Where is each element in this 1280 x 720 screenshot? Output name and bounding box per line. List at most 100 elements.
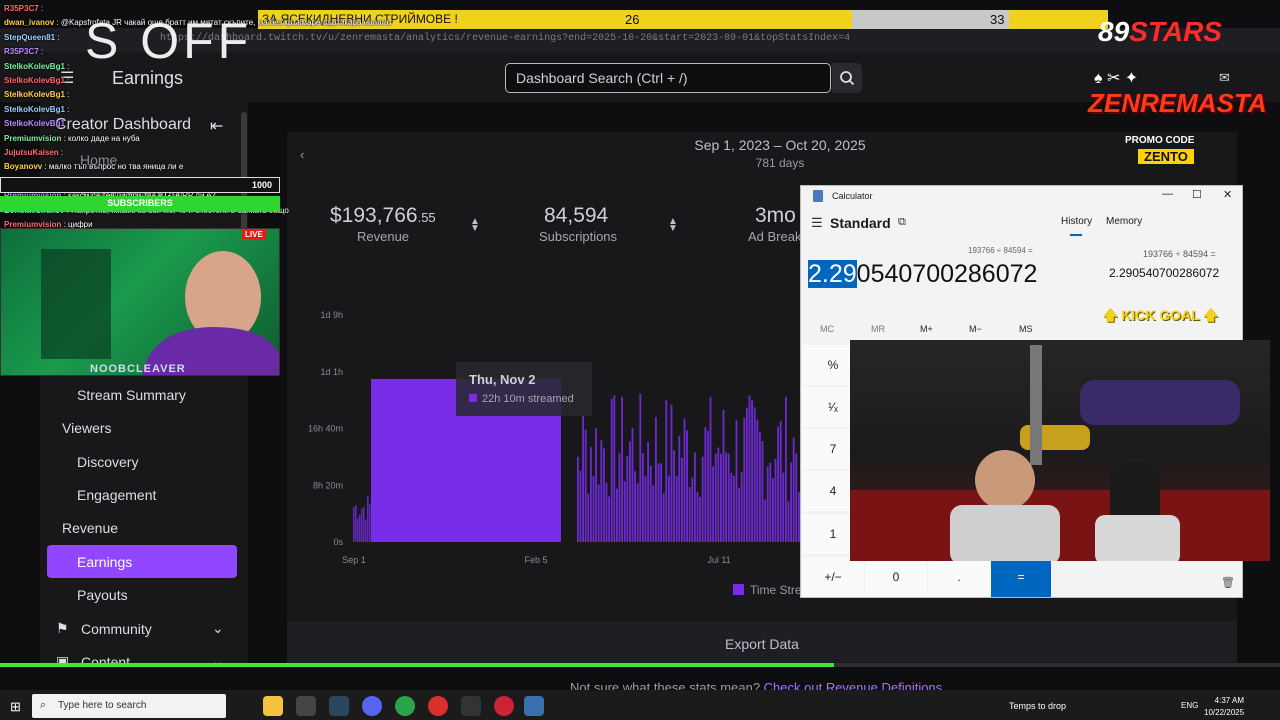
chart-bar[interactable] (761, 441, 764, 542)
chart-bar[interactable] (365, 519, 367, 542)
chart-bar[interactable] (725, 452, 727, 542)
chart-bar[interactable] (357, 518, 359, 542)
chart-bar[interactable] (748, 395, 751, 542)
taskbar-clock[interactable]: 4:37 AM 10/22/2025 (1204, 695, 1244, 719)
history-expression[interactable]: 193766 ÷ 84594 = (1143, 249, 1216, 259)
sidebar-item-community[interactable]: Community (81, 621, 152, 637)
app-icon[interactable] (296, 696, 316, 716)
chart-bar[interactable] (712, 466, 714, 542)
chart-bar[interactable] (613, 395, 616, 542)
chart-bar[interactable] (353, 507, 355, 542)
chart-bar[interactable] (367, 495, 369, 542)
mr-button[interactable]: MR (871, 324, 885, 334)
minimize-icon[interactable]: — (1162, 188, 1173, 200)
previous-range-icon[interactable]: ‹ (300, 147, 304, 162)
chart-bar[interactable] (714, 453, 717, 542)
chart-bar[interactable] (795, 453, 798, 542)
chart-bar[interactable] (639, 393, 642, 542)
chart-bar[interactable] (756, 419, 759, 542)
chart-bar[interactable] (764, 499, 766, 542)
chart-bar[interactable] (355, 505, 357, 542)
chart-bar[interactable] (597, 484, 600, 542)
chart-bar[interactable] (359, 514, 361, 542)
chart-bar[interactable] (668, 475, 670, 542)
export-data-button[interactable]: Export Data (287, 622, 1237, 662)
chart-bar[interactable] (631, 428, 634, 542)
chart-bar[interactable] (584, 429, 587, 542)
chart-bar[interactable] (678, 435, 681, 542)
chart-bar[interactable] (644, 476, 647, 542)
chart-bar[interactable] (655, 416, 657, 542)
chart-bar[interactable] (610, 398, 613, 542)
chart-bar[interactable] (369, 504, 371, 542)
chart-bar[interactable] (785, 396, 787, 542)
sidebar-item-payouts[interactable]: Payouts (77, 587, 128, 603)
history-result[interactable]: 2.290540700286072 (1109, 266, 1219, 280)
chart-bar[interactable] (733, 475, 735, 542)
chart-bar[interactable] (699, 496, 701, 542)
calc-menu-icon[interactable]: ☰ (811, 215, 823, 231)
chart-bar[interactable] (577, 456, 579, 542)
chrome-icon[interactable] (395, 696, 415, 716)
maximize-icon[interactable]: ☐ (1192, 188, 1202, 201)
mc-button[interactable]: MC (820, 324, 834, 334)
chart-bar[interactable] (790, 462, 792, 542)
chart-bar[interactable] (772, 478, 774, 542)
chart-bar[interactable] (753, 407, 756, 542)
date-range[interactable]: Sep 1, 2023 – Oct 20, 2025 (640, 137, 920, 153)
negate-key[interactable]: +/− (802, 557, 864, 597)
chart-bar[interactable] (709, 396, 712, 542)
sidebar-item-stream-summary[interactable]: Stream Summary (77, 387, 186, 403)
chart-bar[interactable] (621, 396, 623, 542)
chart-bar[interactable] (777, 426, 779, 542)
chart-bar[interactable] (675, 476, 678, 542)
close-icon[interactable]: ✕ (1223, 188, 1232, 201)
chart-bar[interactable] (361, 508, 363, 542)
chart-bar[interactable] (363, 506, 365, 542)
keep-on-top-icon[interactable]: ⧉ (898, 216, 906, 229)
chart-bar[interactable] (579, 470, 582, 542)
sidebar-item-earnings-active[interactable] (47, 545, 237, 578)
windows-start-icon[interactable]: ⊞ (10, 699, 21, 715)
sidebar-item-viewers[interactable]: Viewers (62, 420, 112, 436)
chart-bar[interactable] (704, 427, 707, 542)
browser-icon[interactable] (428, 696, 448, 716)
chart-bar[interactable] (649, 465, 652, 542)
chart-bar[interactable] (688, 487, 691, 542)
chart-bar[interactable] (792, 437, 795, 542)
chart-bar[interactable] (670, 404, 673, 542)
chart-bar[interactable] (746, 407, 748, 542)
sidebar-item-revenue[interactable]: Revenue (62, 520, 118, 536)
chart-bar[interactable] (707, 430, 709, 542)
chart-bar[interactable] (600, 440, 603, 542)
chart-bar[interactable] (657, 463, 660, 542)
chart-bar[interactable] (582, 416, 584, 542)
tab-memory[interactable]: Memory (1106, 216, 1142, 227)
weather-widget[interactable]: Temps to drop (1009, 701, 1066, 711)
chart-bar[interactable] (590, 447, 592, 542)
chart-bar[interactable] (720, 453, 722, 542)
chart-bar[interactable] (683, 418, 686, 542)
chart-bar[interactable] (717, 447, 720, 542)
clear-history-icon[interactable]: 🗑 (1221, 576, 1235, 589)
chart-bar[interactable] (769, 462, 772, 542)
steam-icon[interactable] (329, 696, 349, 716)
chart-bar[interactable] (652, 485, 655, 542)
chart-bar[interactable] (636, 483, 639, 542)
chart-bar[interactable] (634, 471, 636, 542)
chart-bar[interactable] (730, 472, 733, 542)
chart-bar[interactable] (779, 420, 782, 542)
chart-bar[interactable] (623, 481, 626, 542)
chart-bar[interactable] (665, 400, 668, 542)
equals-key[interactable]: = (991, 557, 1051, 597)
chart-bar[interactable] (626, 455, 629, 542)
chart-bar[interactable] (686, 430, 688, 542)
chart-bar[interactable] (722, 409, 725, 542)
chart-bar[interactable] (782, 472, 785, 542)
discord-icon[interactable] (362, 696, 382, 716)
chart-bar[interactable] (681, 457, 683, 542)
chart-bar[interactable] (673, 450, 675, 542)
chart-bar[interactable] (696, 492, 699, 542)
taskbar-search-text[interactable]: Type here to search (58, 700, 146, 711)
chart-bar[interactable] (592, 476, 595, 542)
